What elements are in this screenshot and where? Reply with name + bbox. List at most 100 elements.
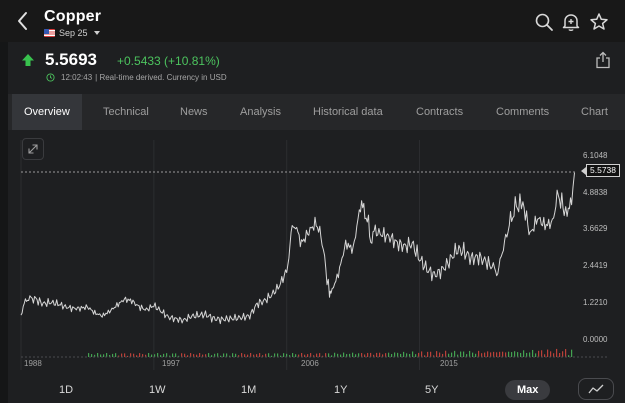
volume-bar (301, 353, 303, 357)
quote-timestamp-row: 12:02:43 | Real-time derived. Currency i… (46, 73, 227, 82)
last-price: 5.5693 (45, 50, 97, 69)
search-icon[interactable] (534, 12, 554, 32)
back-arrow-icon[interactable] (14, 10, 32, 32)
volume-bar (472, 352, 474, 357)
volume-bar (421, 351, 423, 357)
volume-bar (166, 353, 168, 357)
bell-add-icon[interactable] (561, 12, 581, 32)
volume-bar (97, 353, 99, 357)
volume-bar (565, 349, 567, 357)
time-range-bar: 1D 1W 1M 1Y 5Y Max (8, 376, 625, 403)
volume-bar (418, 352, 420, 357)
range-1m-button[interactable]: 1M (241, 380, 256, 400)
y-tick-label: 3.6629 (583, 224, 608, 233)
volume-bar (226, 353, 228, 357)
volume-bar (310, 353, 312, 357)
quote-time: 12:02:43 (61, 73, 93, 82)
volume-bar (430, 351, 432, 357)
volume-bar (502, 351, 504, 357)
x-tick-label: 2015 (440, 359, 458, 368)
volume-bar (181, 353, 183, 357)
volume-bar (295, 354, 297, 357)
volume-bar (556, 348, 558, 357)
tab-overview[interactable]: Overview (12, 94, 82, 130)
range-5y-button[interactable]: 5Y (425, 380, 438, 400)
volume-bar (496, 352, 498, 357)
instrument-title: Copper (44, 8, 102, 25)
volume-bar (208, 353, 210, 357)
volume-bar (517, 352, 519, 357)
volume-bar (523, 350, 525, 357)
volume-bar (121, 353, 123, 357)
left-edge-strip (0, 0, 8, 403)
volume-bar (148, 353, 150, 357)
volume-bar (526, 352, 528, 357)
x-tick-label: 2006 (301, 359, 319, 368)
volume-bar (151, 354, 153, 357)
volume-bar (493, 351, 495, 357)
volume-bar (532, 349, 534, 357)
volume-bar (508, 351, 510, 357)
tab-chart[interactable]: Chart (581, 94, 608, 130)
volume-bar (475, 353, 477, 357)
volume-bar (277, 353, 279, 357)
volume-bar (319, 353, 321, 357)
volume-bar (439, 352, 441, 357)
range-1d-button[interactable]: 1D (59, 380, 73, 400)
volume-bars (88, 348, 573, 357)
volume-bar (547, 349, 549, 357)
volume-bar (487, 351, 489, 357)
volume-bar (175, 353, 177, 357)
share-icon[interactable] (595, 51, 611, 69)
contract-expiry-selector[interactable]: Sep 25 (44, 27, 100, 39)
tab-comments[interactable]: Comments (496, 94, 549, 130)
contract-expiry-label: Sep 25 (59, 28, 88, 38)
volume-bar (106, 353, 108, 357)
tab-contracts[interactable]: Contracts (416, 94, 463, 130)
volume-bar (454, 350, 456, 357)
last-price-tag: 5.5738 (581, 164, 620, 177)
volume-bar (91, 354, 93, 357)
price-change: +0.5433 (+10.81%) (117, 54, 220, 68)
volume-bar (571, 349, 573, 357)
range-max-button[interactable]: Max (505, 380, 551, 400)
volume-bar (469, 350, 471, 357)
volume-bar (163, 353, 165, 357)
volume-bar (367, 352, 369, 357)
star-icon[interactable] (589, 12, 609, 32)
volume-bar (415, 354, 417, 357)
volume-bar (247, 354, 249, 357)
volume-bar (190, 353, 192, 357)
range-1y-button[interactable]: 1Y (334, 380, 347, 400)
volume-bar (490, 352, 492, 357)
quote-note: | Real-time derived. Currency in USD (95, 73, 227, 82)
volume-bar (463, 351, 465, 357)
tab-technical[interactable]: Technical (103, 94, 149, 130)
volume-bar (157, 353, 159, 357)
price-chart[interactable] (8, 130, 625, 376)
volume-bar (553, 353, 555, 357)
volume-bar (250, 353, 252, 357)
tab-historical-data[interactable]: Historical data (313, 94, 383, 130)
tab-bar: Overview Technical News Analysis Histori… (8, 94, 625, 130)
volume-bar (217, 353, 219, 357)
tab-news[interactable]: News (180, 94, 208, 130)
tab-analysis[interactable]: Analysis (240, 94, 281, 130)
volume-bar (283, 353, 285, 357)
volume-bar (520, 352, 522, 357)
caret-down-icon (93, 31, 100, 35)
volume-bar (127, 355, 129, 357)
y-tick-label: 1.2210 (583, 298, 608, 307)
chart-type-button[interactable] (578, 378, 614, 400)
volume-bar (499, 351, 501, 357)
range-1w-button[interactable]: 1W (149, 380, 166, 400)
volume-bar (88, 353, 90, 357)
expand-chart-button[interactable] (22, 138, 44, 160)
app-header: Copper Sep 25 (0, 0, 625, 42)
volume-bar (343, 352, 345, 357)
volume-bar (211, 355, 213, 357)
volume-bar (361, 353, 363, 357)
volume-bar (274, 353, 276, 357)
up-arrow-icon (22, 54, 34, 66)
volume-bar (325, 353, 327, 357)
